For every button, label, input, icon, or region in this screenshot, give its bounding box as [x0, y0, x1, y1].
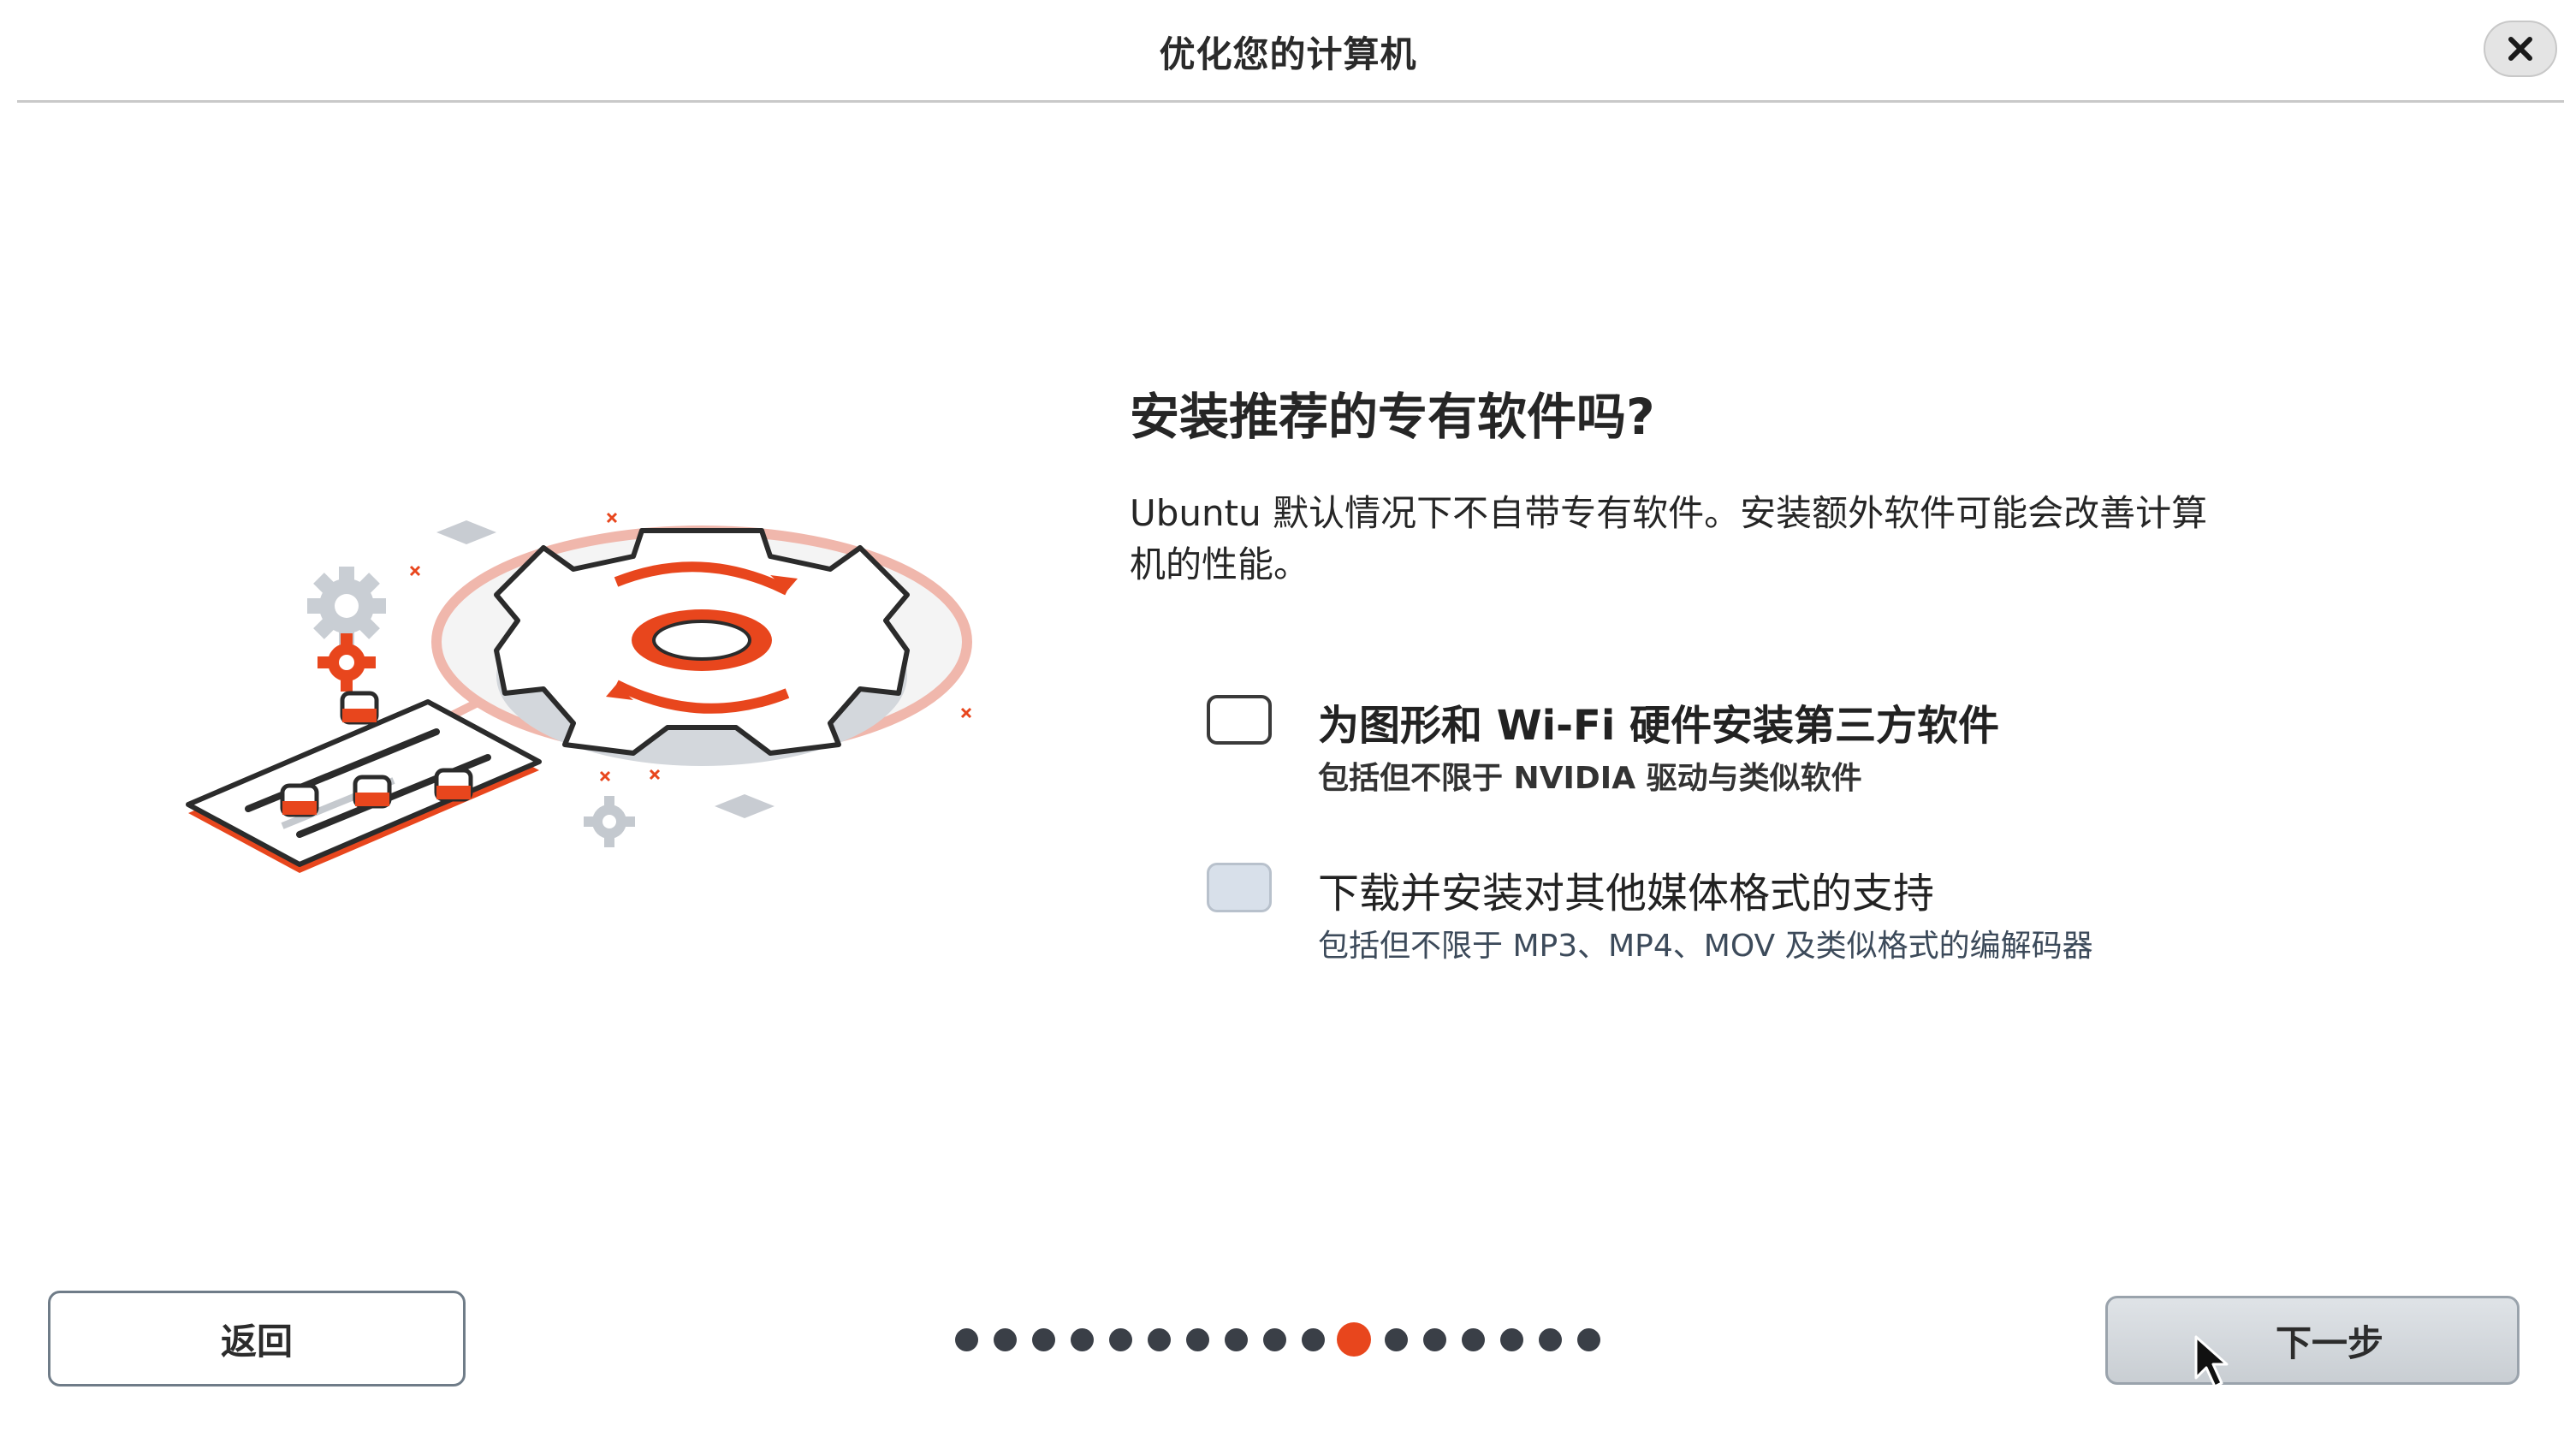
step-dot: [1500, 1327, 1523, 1351]
mixer-panel: [186, 691, 542, 873]
page-heading: 安装推荐的专有软件吗?: [1130, 388, 1655, 446]
settings-illustration: [186, 512, 972, 873]
close-button[interactable]: [2484, 21, 2557, 77]
step-dot: [1302, 1327, 1325, 1351]
step-dot: [1539, 1327, 1562, 1351]
option-label[interactable]: 为图形和 Wi-Fi 硬件安装第三方软件: [1318, 692, 1999, 751]
window-title: 优化您的计算机: [1159, 33, 1417, 75]
step-dot: [1577, 1327, 1600, 1351]
checkbox-third-party-software[interactable]: [1207, 695, 1272, 745]
title-separator: [17, 100, 2564, 103]
step-dot: [1071, 1327, 1094, 1351]
back-button[interactable]: 返回: [48, 1291, 466, 1386]
mouse-pointer-icon: [2194, 1335, 2229, 1388]
step-dot: [1148, 1327, 1171, 1351]
step-dot: [1423, 1327, 1446, 1351]
step-dot: [1263, 1327, 1286, 1351]
title-bar: 优化您的计算机: [0, 0, 2576, 103]
step-indicator: [955, 1322, 1616, 1357]
step-dot: [1385, 1327, 1408, 1351]
option-sublabel: 包括但不限于 MP3、MP4、MOV 及类似格式的编解码器: [1318, 929, 2093, 964]
step-dot: [1225, 1327, 1248, 1351]
red-gear-icon: [318, 633, 376, 692]
step-dot: [1186, 1327, 1209, 1351]
step-dot: [1032, 1327, 1055, 1351]
close-icon: [2508, 37, 2532, 61]
step-dot-current: [1337, 1322, 1371, 1357]
step-dot: [1462, 1327, 1485, 1351]
checkbox-media-formats[interactable]: [1207, 863, 1272, 912]
step-dot: [994, 1327, 1017, 1351]
next-button[interactable]: 下一步: [2105, 1296, 2520, 1385]
step-dot: [1109, 1327, 1132, 1351]
page-description: Ubuntu 默认情况下不自带专有软件。安装额外软件可能会改善计算机的性能。: [1130, 492, 2208, 585]
option-label[interactable]: 下载并安装对其他媒体格式的支持: [1318, 859, 1934, 919]
option-sublabel: 包括但不限于 NVIDIA 驱动与类似软件: [1318, 761, 1862, 796]
step-dot: [955, 1327, 978, 1351]
next-button-label: 下一步: [2275, 1321, 2383, 1364]
